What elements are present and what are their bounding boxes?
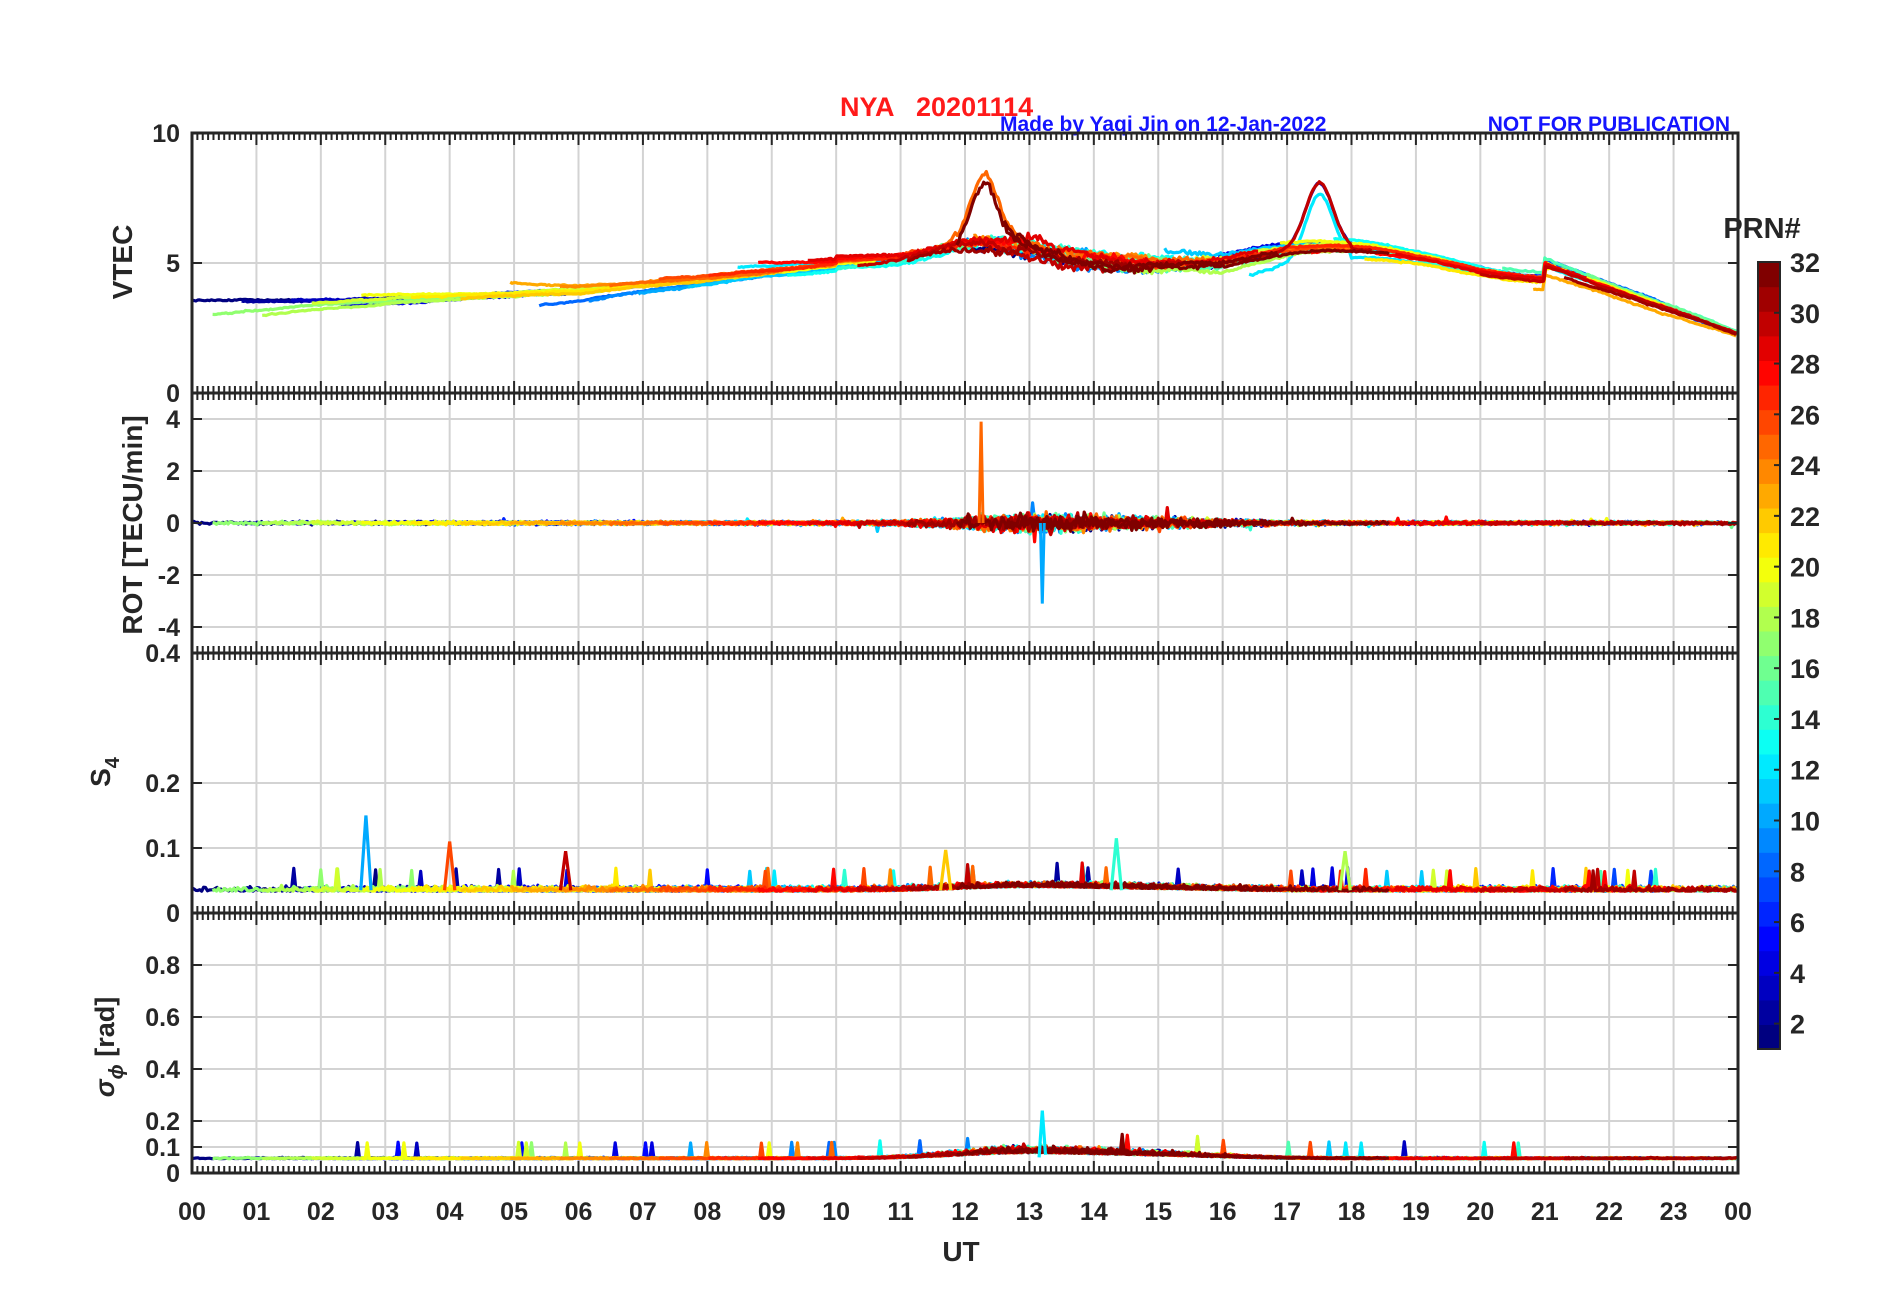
colorbar-tick-label: 24 [1790, 451, 1820, 481]
y-tick-label: 0.2 [145, 1108, 180, 1136]
y-tick-label: 5 [166, 250, 180, 278]
colorbar-segment [1758, 975, 1780, 1001]
y-tick-label: 0.1 [145, 1134, 180, 1162]
colorbar-tick-label: 22 [1790, 502, 1820, 532]
figure-background [0, 0, 1902, 1292]
colorbar-segment [1758, 852, 1780, 878]
x-tick-label: 15 [1144, 1198, 1172, 1226]
x-tick-label: 06 [565, 1198, 593, 1226]
y-tick-label: 0.4 [145, 1056, 180, 1084]
colorbar-tick-label: 32 [1790, 248, 1820, 278]
colorbar-tick-label: 28 [1790, 350, 1820, 380]
x-tick-label: 11 [887, 1198, 914, 1226]
x-tick-label: 09 [758, 1198, 786, 1226]
x-tick-label: 00 [178, 1198, 206, 1226]
colorbar-tick-label: 18 [1790, 603, 1820, 633]
colorbar-tick-label: 10 [1790, 807, 1820, 837]
x-axis-label: UT [942, 1236, 979, 1267]
x-tick-label: 20 [1466, 1198, 1494, 1226]
vtec-ylabel: VTEC [107, 225, 138, 300]
colorbar-tick-label: 26 [1790, 400, 1820, 430]
y-tick-label: 0.2 [145, 770, 180, 798]
colorbar-segment [1758, 384, 1780, 411]
x-tick-label: 00 [1724, 1198, 1752, 1226]
y-tick-label: 0.6 [145, 1004, 180, 1032]
x-tick-label: 03 [371, 1198, 399, 1226]
colorbar-segment [1758, 630, 1780, 657]
y-tick-label: 0.1 [145, 835, 180, 863]
colorbar-segment [1758, 606, 1780, 632]
colorbar-segment [1758, 803, 1780, 829]
x-tick-label: 12 [951, 1198, 979, 1226]
y-tick-label: 0 [166, 1160, 180, 1188]
colorbar-tick-label: 14 [1790, 705, 1820, 735]
colorbar-segment [1758, 286, 1780, 312]
colorbar-segment [1758, 581, 1780, 607]
prn-31-trace [1563, 519, 1737, 527]
colorbar-tick-label: 30 [1790, 299, 1820, 329]
y-tick-label: 2 [166, 458, 180, 486]
ionosphere-figure: NYA 20201114 Made by Yaqi Jin on 12-Jan-… [0, 0, 1902, 1292]
x-tick-label: 01 [243, 1198, 271, 1226]
x-tick-label: 18 [1338, 1198, 1366, 1226]
x-tick-label: 13 [1016, 1198, 1044, 1226]
x-tick-label: 22 [1595, 1198, 1623, 1226]
y-tick-label: -4 [158, 614, 180, 642]
colorbar-label: PRN# [1723, 213, 1800, 245]
colorbar-segment [1758, 532, 1780, 558]
rot-ylabel: ROT [TECU/min] [117, 415, 148, 634]
colorbar-segment [1758, 753, 1780, 780]
x-tick-label: 23 [1660, 1198, 1688, 1226]
colorbar-tick-label: 16 [1790, 654, 1820, 684]
colorbar-tick-label: 12 [1790, 756, 1820, 786]
colorbar-tick-label: 8 [1790, 857, 1805, 887]
x-tick-label: 02 [307, 1198, 335, 1226]
colorbar-segment [1758, 827, 1780, 853]
colorbar-segment [1758, 262, 1780, 288]
colorbar-segment [1758, 729, 1780, 755]
x-tick-label: 08 [693, 1198, 721, 1226]
x-tick-label: 05 [500, 1198, 528, 1226]
colorbar-segment [1758, 507, 1780, 534]
colorbar-segment [1758, 557, 1780, 583]
colorbar-segment [1758, 778, 1780, 804]
x-tick-label: 16 [1209, 1198, 1237, 1226]
y-tick-label: 0.8 [145, 952, 180, 980]
x-tick-label: 10 [822, 1198, 850, 1226]
colorbar-segment [1758, 311, 1780, 337]
colorbar-segment [1758, 1024, 1780, 1050]
colorbar-segment [1758, 483, 1780, 509]
colorbar-segment [1758, 926, 1780, 952]
x-tick-label: 17 [1273, 1198, 1301, 1226]
x-tick-label: 14 [1080, 1198, 1108, 1226]
y-tick-label: 4 [166, 406, 180, 434]
y-tick-label: 0 [166, 900, 180, 928]
colorbar-tick-label: 6 [1790, 908, 1805, 938]
colorbar-segment [1758, 458, 1780, 484]
colorbar-segment [1758, 876, 1780, 903]
colorbar-segment [1758, 999, 1780, 1026]
x-tick-label: 04 [436, 1198, 464, 1226]
rad-unit: [rad] [90, 997, 120, 1057]
colorbar-segment [1758, 704, 1780, 730]
y-tick-label: 0 [166, 510, 180, 538]
colorbar-segment [1758, 434, 1780, 460]
colorbar-segment [1758, 335, 1780, 361]
colorbar-segment [1758, 680, 1780, 706]
x-tick-label: 19 [1402, 1198, 1430, 1226]
y-tick-label: 0.4 [145, 640, 180, 668]
colorbar-tick-label: 4 [1790, 959, 1805, 989]
y-tick-label: 0 [166, 380, 180, 408]
sigma-symbol: σ [90, 1078, 120, 1097]
phi-subscript: ϕ [106, 1064, 128, 1079]
x-tick-label: 07 [629, 1198, 657, 1226]
prn-31-trace [1563, 1155, 1737, 1161]
colorbar-tick-label: 20 [1790, 553, 1820, 583]
x-tick-label: 21 [1531, 1198, 1559, 1226]
y-tick-label: 10 [152, 120, 180, 148]
colorbar-tick-label: 2 [1790, 1010, 1805, 1040]
y-tick-label: -2 [158, 562, 180, 590]
